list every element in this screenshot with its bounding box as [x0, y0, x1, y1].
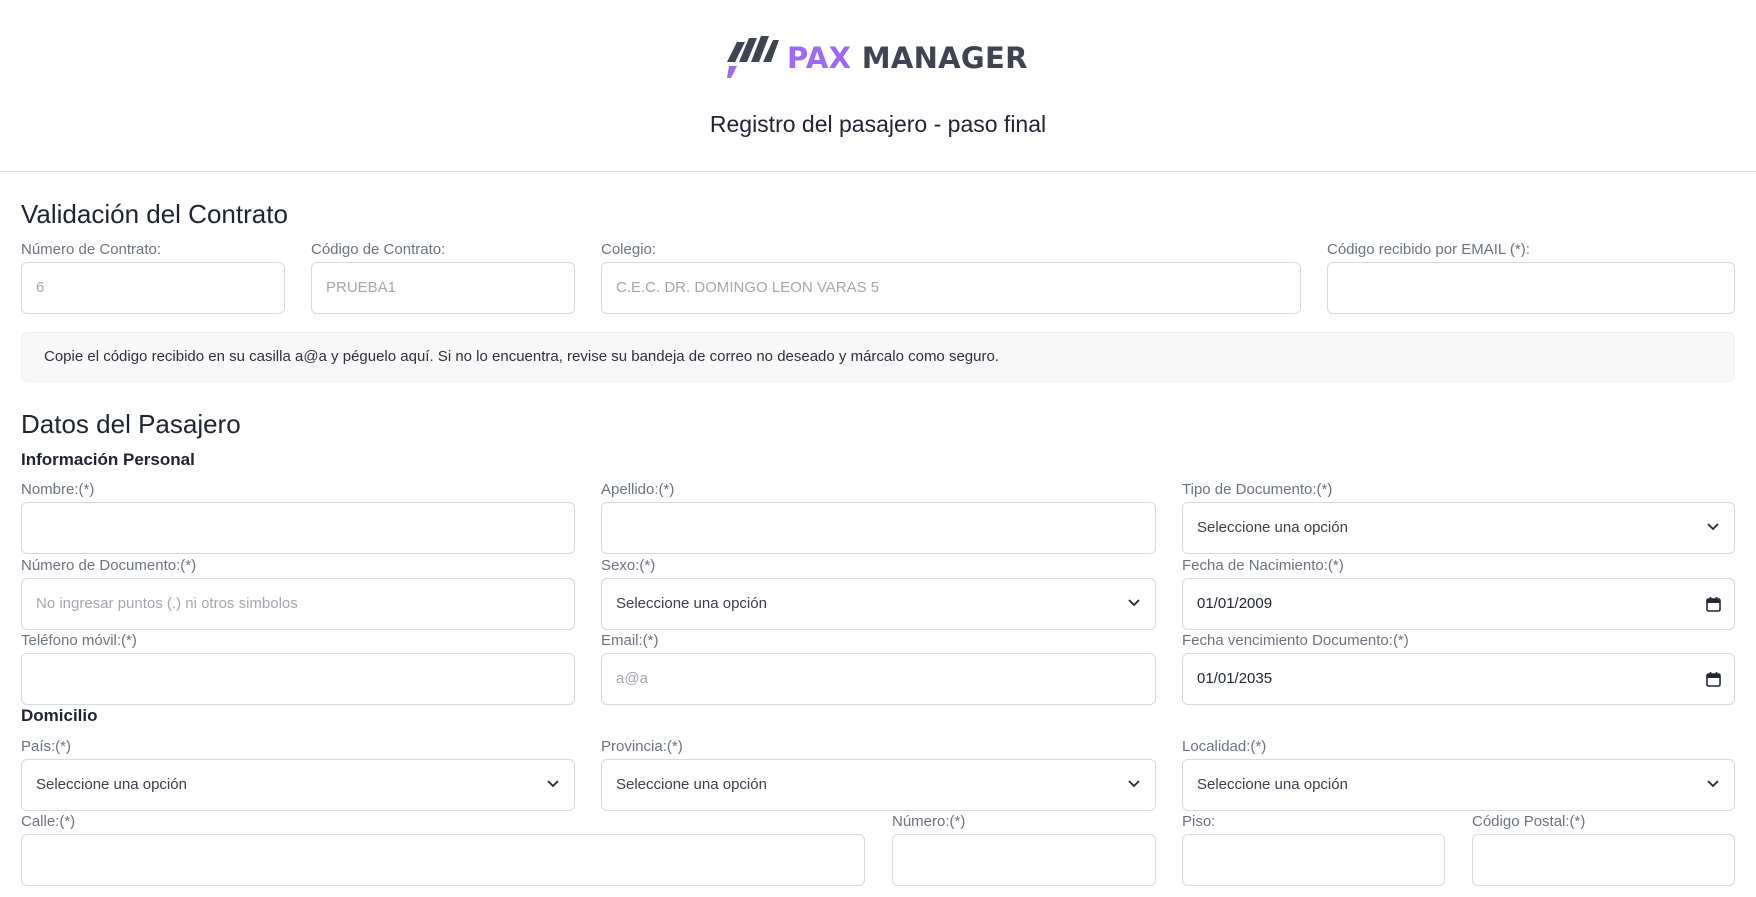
mobile-phone-label: Teléfono móvil:(*): [21, 632, 137, 649]
school-field: C.E.C. DR. DOMINGO LEON VARAS 5: [601, 262, 1301, 314]
street-number-input[interactable]: [892, 834, 1156, 886]
address-section-title: Domicilio: [21, 706, 98, 725]
page-title: Registro del pasajero - paso final: [709, 111, 1047, 137]
locality-label: Localidad:(*): [1182, 738, 1267, 755]
email-code-notice-text: Copie el código recibido en su casilla a…: [44, 348, 999, 365]
email-code-label: Código recibido por EMAIL (*):: [1327, 241, 1530, 258]
contract-code-label: Código de Contrato:: [311, 241, 446, 258]
last-name-label: Apellido:(*): [601, 481, 675, 498]
document-number-input[interactable]: No ingresar puntos (.) ni otros simbolos: [21, 578, 575, 630]
contract-number-value: 6: [36, 279, 45, 296]
document-expiry-input[interactable]: 01/01/2035: [1182, 653, 1735, 705]
personal-info-title: Información Personal: [21, 450, 195, 469]
pax-manager-logo: PAX MANAGER: [727, 32, 1028, 82]
country-label: País:(*): [21, 738, 72, 755]
document-expiry-value: 01/01/2035: [1197, 670, 1273, 687]
page-header: PAX MANAGER Registro del pasajero - paso…: [0, 0, 1756, 172]
chevron-down-icon: [1128, 780, 1140, 788]
logo-mark-icon: [727, 36, 779, 78]
document-number-label: Número de Documento:(*): [21, 557, 197, 574]
birth-date-value: 01/01/2009: [1197, 595, 1273, 612]
contract-number-label: Número de Contrato:: [21, 241, 162, 258]
email-field: a@a: [601, 653, 1156, 705]
document-type-value: Seleccione una opción: [1197, 519, 1348, 536]
street-number-label: Número:(*): [892, 813, 966, 830]
mobile-phone-input[interactable]: [21, 653, 575, 705]
sex-select[interactable]: Seleccione una opción: [601, 578, 1156, 630]
email-value: a@a: [616, 670, 648, 687]
postal-code-label: Código Postal:(*): [1472, 813, 1586, 830]
street-label: Calle:(*): [21, 813, 76, 830]
document-expiry-label: Fecha vencimiento Documento:(*): [1182, 632, 1409, 649]
locality-select[interactable]: Seleccione una opción: [1182, 759, 1735, 811]
school-label: Colegio:: [601, 241, 657, 258]
chevron-down-icon: [1707, 523, 1719, 531]
first-name-input[interactable]: [21, 502, 575, 554]
birth-date-input[interactable]: 01/01/2009: [1182, 578, 1735, 630]
email-code-notice: Copie el código recibido en su casilla a…: [21, 332, 1735, 382]
contract-code-value: PRUEBA1: [326, 279, 397, 296]
passenger-section-title: Datos del Pasajero: [21, 409, 241, 439]
locality-value: Seleccione una opción: [1197, 776, 1348, 793]
email-code-input[interactable]: [1327, 262, 1735, 314]
chevron-down-icon: [547, 780, 559, 788]
calendar-icon[interactable]: [1706, 671, 1721, 687]
province-label: Provincia:(*): [601, 738, 683, 755]
document-number-placeholder: No ingresar puntos (.) ni otros simbolos: [36, 595, 298, 612]
chevron-down-icon: [1707, 780, 1719, 788]
document-type-label: Tipo de Documento:(*): [1182, 481, 1333, 498]
document-type-select[interactable]: Seleccione una opción: [1182, 502, 1735, 554]
logo-text-pax: PAX: [787, 41, 852, 75]
province-select[interactable]: Seleccione una opción: [601, 759, 1156, 811]
province-value: Seleccione una opción: [616, 776, 767, 793]
chevron-down-icon: [1128, 599, 1140, 607]
school-value: C.E.C. DR. DOMINGO LEON VARAS 5: [616, 279, 880, 296]
last-name-input[interactable]: [601, 502, 1156, 554]
email-label: Email:(*): [601, 632, 659, 649]
postal-code-input[interactable]: [1472, 834, 1735, 886]
street-input[interactable]: [21, 834, 865, 886]
country-value: Seleccione una opción: [36, 776, 187, 793]
floor-input[interactable]: [1182, 834, 1445, 886]
contract-section-title: Validación del Contrato: [21, 199, 288, 229]
birth-date-label: Fecha de Nacimiento:(*): [1182, 557, 1344, 574]
calendar-icon[interactable]: [1706, 596, 1721, 612]
contract-code-field: PRUEBA1: [311, 262, 575, 314]
sex-value: Seleccione una opción: [616, 595, 767, 612]
floor-label: Piso:: [1182, 813, 1216, 830]
country-select[interactable]: Seleccione una opción: [21, 759, 575, 811]
first-name-label: Nombre:(*): [21, 481, 95, 498]
logo-text-manager: MANAGER: [861, 41, 1028, 75]
contract-number-field: 6: [21, 262, 285, 314]
sex-label: Sexo:(*): [601, 557, 656, 574]
